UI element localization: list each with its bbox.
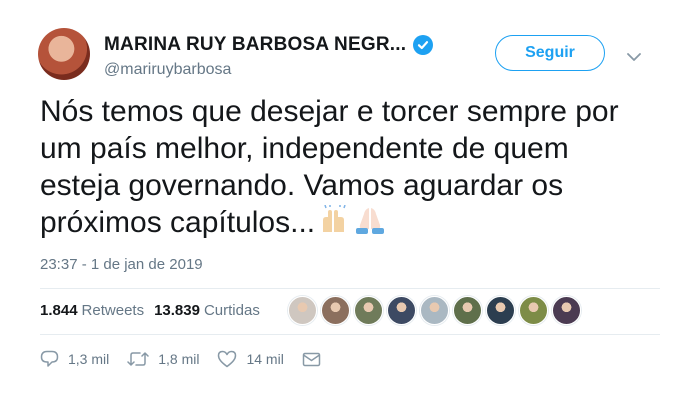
tweet-text: Nós temos que desejar e torcer sempre po… [40, 93, 660, 244]
like-action[interactable]: 14 mil [217, 350, 284, 368]
heart-icon [217, 350, 237, 368]
verified-badge-icon [413, 35, 434, 55]
liked-by-avatar[interactable] [288, 296, 317, 325]
liked-by-avatar[interactable] [387, 296, 416, 325]
liked-by-avatar[interactable] [321, 296, 350, 325]
folded-hands-emoji [353, 205, 387, 244]
liked-by-avatar[interactable] [453, 296, 482, 325]
retweet-count: 1,8 mil [158, 351, 200, 367]
tweet-actions: 1,3 mil 1,8 mil 14 mil [40, 350, 339, 368]
liked-by-avatar[interactable] [420, 296, 449, 325]
profile-avatar[interactable] [38, 28, 90, 80]
retweets-count: 1.844 [40, 302, 78, 319]
raising-hands-emoji [319, 204, 349, 244]
like-count: 14 mil [246, 351, 284, 367]
chevron-down-icon[interactable] [626, 49, 642, 67]
reply-count: 1,3 mil [68, 351, 110, 367]
likes-label: Curtidas [203, 302, 260, 319]
engagement-stats: 1.844 Retweets 13.839 Curtidas [40, 302, 260, 319]
liked-by-avatar[interactable] [552, 296, 581, 325]
divider-top [40, 288, 660, 289]
author-name-row: MARINA RUY BARBOSA NEGR... [104, 34, 434, 56]
message-action[interactable] [302, 352, 321, 367]
display-name[interactable]: MARINA RUY BARBOSA NEGR... [104, 34, 406, 56]
liked-by-avatars [288, 296, 581, 325]
liked-by-avatar[interactable] [519, 296, 548, 325]
retweet-icon [127, 351, 149, 367]
retweets-label: Retweets [81, 302, 145, 319]
liked-by-avatar[interactable] [486, 296, 515, 325]
divider-bottom [40, 334, 660, 335]
likes-stat[interactable]: 13.839 Curtidas [154, 302, 260, 319]
envelope-icon [302, 352, 321, 367]
retweet-action[interactable]: 1,8 mil [127, 351, 199, 367]
tweet-timestamp[interactable]: 23:37 - 1 de jan de 2019 [40, 256, 203, 273]
user-handle[interactable]: @mariruybarbosa [104, 61, 231, 79]
liked-by-avatar[interactable] [354, 296, 383, 325]
retweets-stat[interactable]: 1.844 Retweets [40, 302, 144, 319]
likes-count: 13.839 [154, 302, 200, 319]
reply-action[interactable]: 1,3 mil [40, 350, 109, 368]
reply-icon [40, 350, 59, 368]
follow-button[interactable]: Seguir [495, 35, 605, 71]
